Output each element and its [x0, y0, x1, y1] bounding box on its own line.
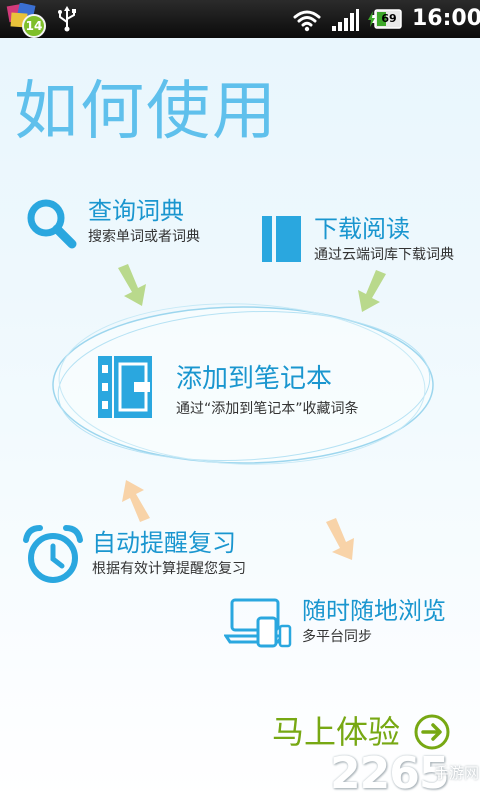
arrow-right-circle-icon: [414, 714, 450, 750]
page-title: 如何使用: [14, 75, 278, 149]
feature-sync-description: 多平台同步: [302, 629, 372, 645]
signal-strength-icon: [332, 9, 359, 31]
feature-notebook-title: 添加到笔记本: [176, 364, 333, 394]
usb-icon: [58, 6, 76, 32]
feature-review-title: 自动提醒复习: [92, 529, 236, 557]
feature-notebook-description: 通过“添加到笔记本”收藏词条: [176, 401, 359, 417]
search-icon: [27, 199, 77, 249]
book-columns-icon: [262, 216, 301, 262]
feature-lookup-title: 查询词典: [88, 197, 184, 225]
feature-download-title: 下载阅读: [314, 215, 410, 243]
status-bar: 14 69 16:00: [0, 0, 480, 38]
feature-sync-title: 随时随地浏览: [302, 597, 446, 625]
devices-icon: [224, 598, 292, 648]
down-arrow-orange-icon: [326, 518, 354, 560]
alarm-clock-icon: [23, 525, 83, 583]
notebook-icon: [98, 356, 152, 418]
battery-level-text: 69: [381, 12, 397, 25]
feature-lookup-description: 搜索单词或者词典: [88, 229, 200, 245]
watermark-number: 2265: [330, 748, 449, 799]
feature-review-description: 根据有效计算提醒您复习: [92, 561, 246, 577]
watermark-site: 手游网: [434, 764, 480, 782]
up-arrow-left-icon: [122, 480, 150, 522]
clock-time: 16:00: [412, 6, 480, 31]
notification-count-badge: 14: [22, 14, 46, 38]
watermark: 2265 手游网: [330, 748, 480, 800]
wifi-icon: [293, 10, 321, 32]
feature-download-description: 通过云端词库下载词典: [314, 247, 454, 263]
